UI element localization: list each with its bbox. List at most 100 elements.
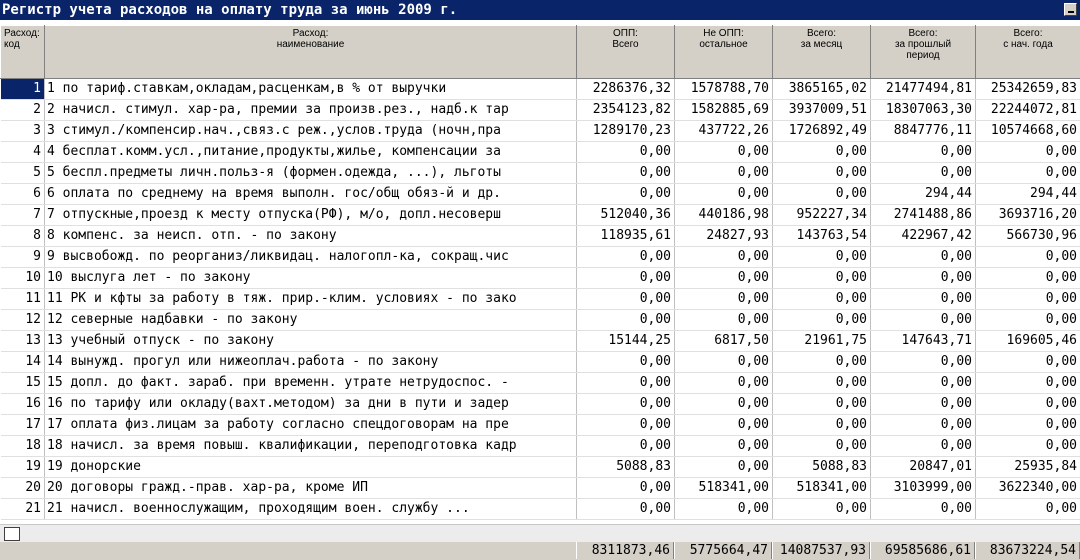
row-month[interactable]: 5088,83 — [772, 456, 871, 478]
row-ytd[interactable]: 0,00 — [975, 309, 1080, 331]
row-code[interactable]: 19 — [0, 456, 45, 478]
row-name[interactable]: 9 высвобожд. по реорганиз/ликвидац. нало… — [44, 246, 577, 268]
row-code[interactable]: 17 — [0, 414, 45, 436]
table-row[interactable]: 21 21 начисл. военнослужащим, проходящим … — [0, 498, 1080, 520]
row-neopp[interactable]: 0,00 — [674, 498, 773, 520]
row-opp[interactable]: 0,00 — [576, 498, 675, 520]
row-name[interactable]: 8 компенс. за неисп. отп. - по закону — [44, 225, 577, 247]
row-prev[interactable]: 0,00 — [870, 141, 976, 163]
row-ytd[interactable]: 0,00 — [975, 288, 1080, 310]
row-ytd[interactable]: 10574668,60 — [975, 120, 1080, 142]
row-name[interactable]: 3 стимул./компенсир.нач.,связ.с реж.,усл… — [44, 120, 577, 142]
row-ytd[interactable]: 0,00 — [975, 246, 1080, 268]
column-header-prev[interactable]: Всего: за прошлый период — [870, 25, 976, 79]
row-ytd[interactable]: 169605,46 — [975, 330, 1080, 352]
row-code[interactable]: 12 — [0, 309, 45, 331]
table-row[interactable]: 13 13 учебный отпуск - по закону 15144,25 6… — [0, 330, 1080, 352]
row-neopp[interactable]: 6817,50 — [674, 330, 773, 352]
row-name[interactable]: 1 по тариф.ставкам,окладам,расценкам,в %… — [44, 78, 577, 100]
row-name[interactable]: 20 договоры гражд.-прав. хар-ра, кроме И… — [44, 477, 577, 499]
row-code[interactable]: 18 — [0, 435, 45, 457]
row-month[interactable]: 518341,00 — [772, 477, 871, 499]
row-month[interactable]: 0,00 — [772, 246, 871, 268]
row-ytd[interactable]: 0,00 — [975, 372, 1080, 394]
row-name[interactable]: 12 северные надбавки - по закону — [44, 309, 577, 331]
row-month[interactable]: 0,00 — [772, 372, 871, 394]
table-row[interactable]: 99 высвобожд. по реорганиз/ликвидац. нал… — [0, 246, 1080, 268]
row-neopp[interactable]: 0,00 — [674, 372, 773, 394]
table-row[interactable]: 16 16 по тарифу или окладу(вахт.методом) … — [0, 393, 1080, 415]
row-opp[interactable]: 0,00 — [576, 183, 675, 205]
table-row[interactable]: 20 20 договоры гражд.-прав. хар-ра, кроме… — [0, 477, 1080, 499]
row-month[interactable]: 3937009,51 — [772, 99, 871, 121]
row-opp[interactable]: 0,00 — [576, 267, 675, 289]
row-name[interactable]: 19 донорские — [44, 456, 577, 478]
row-month[interactable]: 0,00 — [772, 141, 871, 163]
row-prev[interactable]: 0,00 — [870, 498, 976, 520]
row-neopp[interactable]: 0,00 — [674, 393, 773, 415]
row-name[interactable]: 7 отпускные,проезд к месту отпуска(РФ), … — [44, 204, 577, 226]
row-neopp[interactable]: 0,00 — [674, 183, 773, 205]
row-month[interactable]: 0,00 — [772, 267, 871, 289]
row-code[interactable]: 6 — [0, 183, 45, 205]
row-ytd[interactable]: 22244072,81 — [975, 99, 1080, 121]
row-month[interactable]: 21961,75 — [772, 330, 871, 352]
row-neopp[interactable]: 0,00 — [674, 267, 773, 289]
row-month[interactable]: 0,00 — [772, 351, 871, 373]
row-neopp[interactable]: 0,00 — [674, 141, 773, 163]
row-opp[interactable]: 0,00 — [576, 246, 675, 268]
table-row[interactable]: 15 15 допл. до факт. зараб. при временн. … — [0, 372, 1080, 394]
row-code[interactable]: 5 — [0, 162, 45, 184]
column-header-code[interactable]: Расход: код — [0, 25, 45, 79]
column-header-month[interactable]: Всего: за месяц — [772, 25, 871, 79]
row-opp[interactable]: 118935,61 — [576, 225, 675, 247]
table-row[interactable]: 11 по тариф.ставкам,окладам,расценкам,в … — [0, 78, 1080, 100]
row-neopp[interactable]: 437722,26 — [674, 120, 773, 142]
row-month[interactable]: 0,00 — [772, 288, 871, 310]
row-name[interactable]: 18 начисл. за время повыш. квалификации,… — [44, 435, 577, 457]
table-row[interactable]: 12 12 северные надбавки - по закону 0,00 0,… — [0, 309, 1080, 331]
row-code[interactable]: 3 — [0, 120, 45, 142]
row-neopp[interactable]: 518341,00 — [674, 477, 773, 499]
row-prev[interactable]: 18307063,30 — [870, 99, 976, 121]
row-prev[interactable]: 20847,01 — [870, 456, 976, 478]
row-month[interactable]: 0,00 — [772, 414, 871, 436]
row-neopp[interactable]: 0,00 — [674, 288, 773, 310]
row-month[interactable]: 0,00 — [772, 183, 871, 205]
row-opp[interactable]: 0,00 — [576, 141, 675, 163]
row-opp[interactable]: 0,00 — [576, 351, 675, 373]
table-row[interactable]: 44 бесплат.комм.усл.,питание,продукты,жи… — [0, 141, 1080, 163]
row-prev[interactable]: 0,00 — [870, 246, 976, 268]
row-ytd[interactable]: 0,00 — [975, 351, 1080, 373]
row-ytd[interactable]: 25935,84 — [975, 456, 1080, 478]
row-code[interactable]: 13 — [0, 330, 45, 352]
row-opp[interactable]: 15144,25 — [576, 330, 675, 352]
minimize-button[interactable] — [1064, 3, 1077, 16]
row-name[interactable]: 5 беспл.предметы личн.польз-я (формен.од… — [44, 162, 577, 184]
row-opp[interactable]: 2354123,82 — [576, 99, 675, 121]
row-neopp[interactable]: 0,00 — [674, 435, 773, 457]
row-name[interactable]: 21 начисл. военнослужащим, проходящим во… — [44, 498, 577, 520]
row-month[interactable]: 0,00 — [772, 162, 871, 184]
row-ytd[interactable]: 3622340,00 — [975, 477, 1080, 499]
row-name[interactable]: 17 оплата физ.лицам за работу согласно с… — [44, 414, 577, 436]
row-ytd[interactable]: 0,00 — [975, 141, 1080, 163]
row-code[interactable]: 9 — [0, 246, 45, 268]
row-month[interactable]: 3865165,02 — [772, 78, 871, 100]
row-code[interactable]: 20 — [0, 477, 45, 499]
row-month[interactable]: 143763,54 — [772, 225, 871, 247]
row-prev[interactable]: 8847776,11 — [870, 120, 976, 142]
row-name[interactable]: 2 начисл. стимул. хар-ра, премии за прои… — [44, 99, 577, 121]
row-prev[interactable]: 294,44 — [870, 183, 976, 205]
table-row[interactable]: 55 беспл.предметы личн.польз-я (формен.о… — [0, 162, 1080, 184]
row-opp[interactable]: 0,00 — [576, 393, 675, 415]
row-code[interactable]: 11 — [0, 288, 45, 310]
table-row[interactable]: 77 отпускные,проезд к месту отпуска(РФ),… — [0, 204, 1080, 226]
row-neopp[interactable]: 1582885,69 — [674, 99, 773, 121]
row-neopp[interactable]: 1578788,70 — [674, 78, 773, 100]
row-month[interactable]: 952227,34 — [772, 204, 871, 226]
row-month[interactable]: 0,00 — [772, 498, 871, 520]
table-row[interactable]: 33 стимул./компенсир.нач.,связ.с реж.,ус… — [0, 120, 1080, 142]
row-month[interactable]: 0,00 — [772, 393, 871, 415]
column-header-opp[interactable]: ОПП: Всего — [576, 25, 675, 79]
